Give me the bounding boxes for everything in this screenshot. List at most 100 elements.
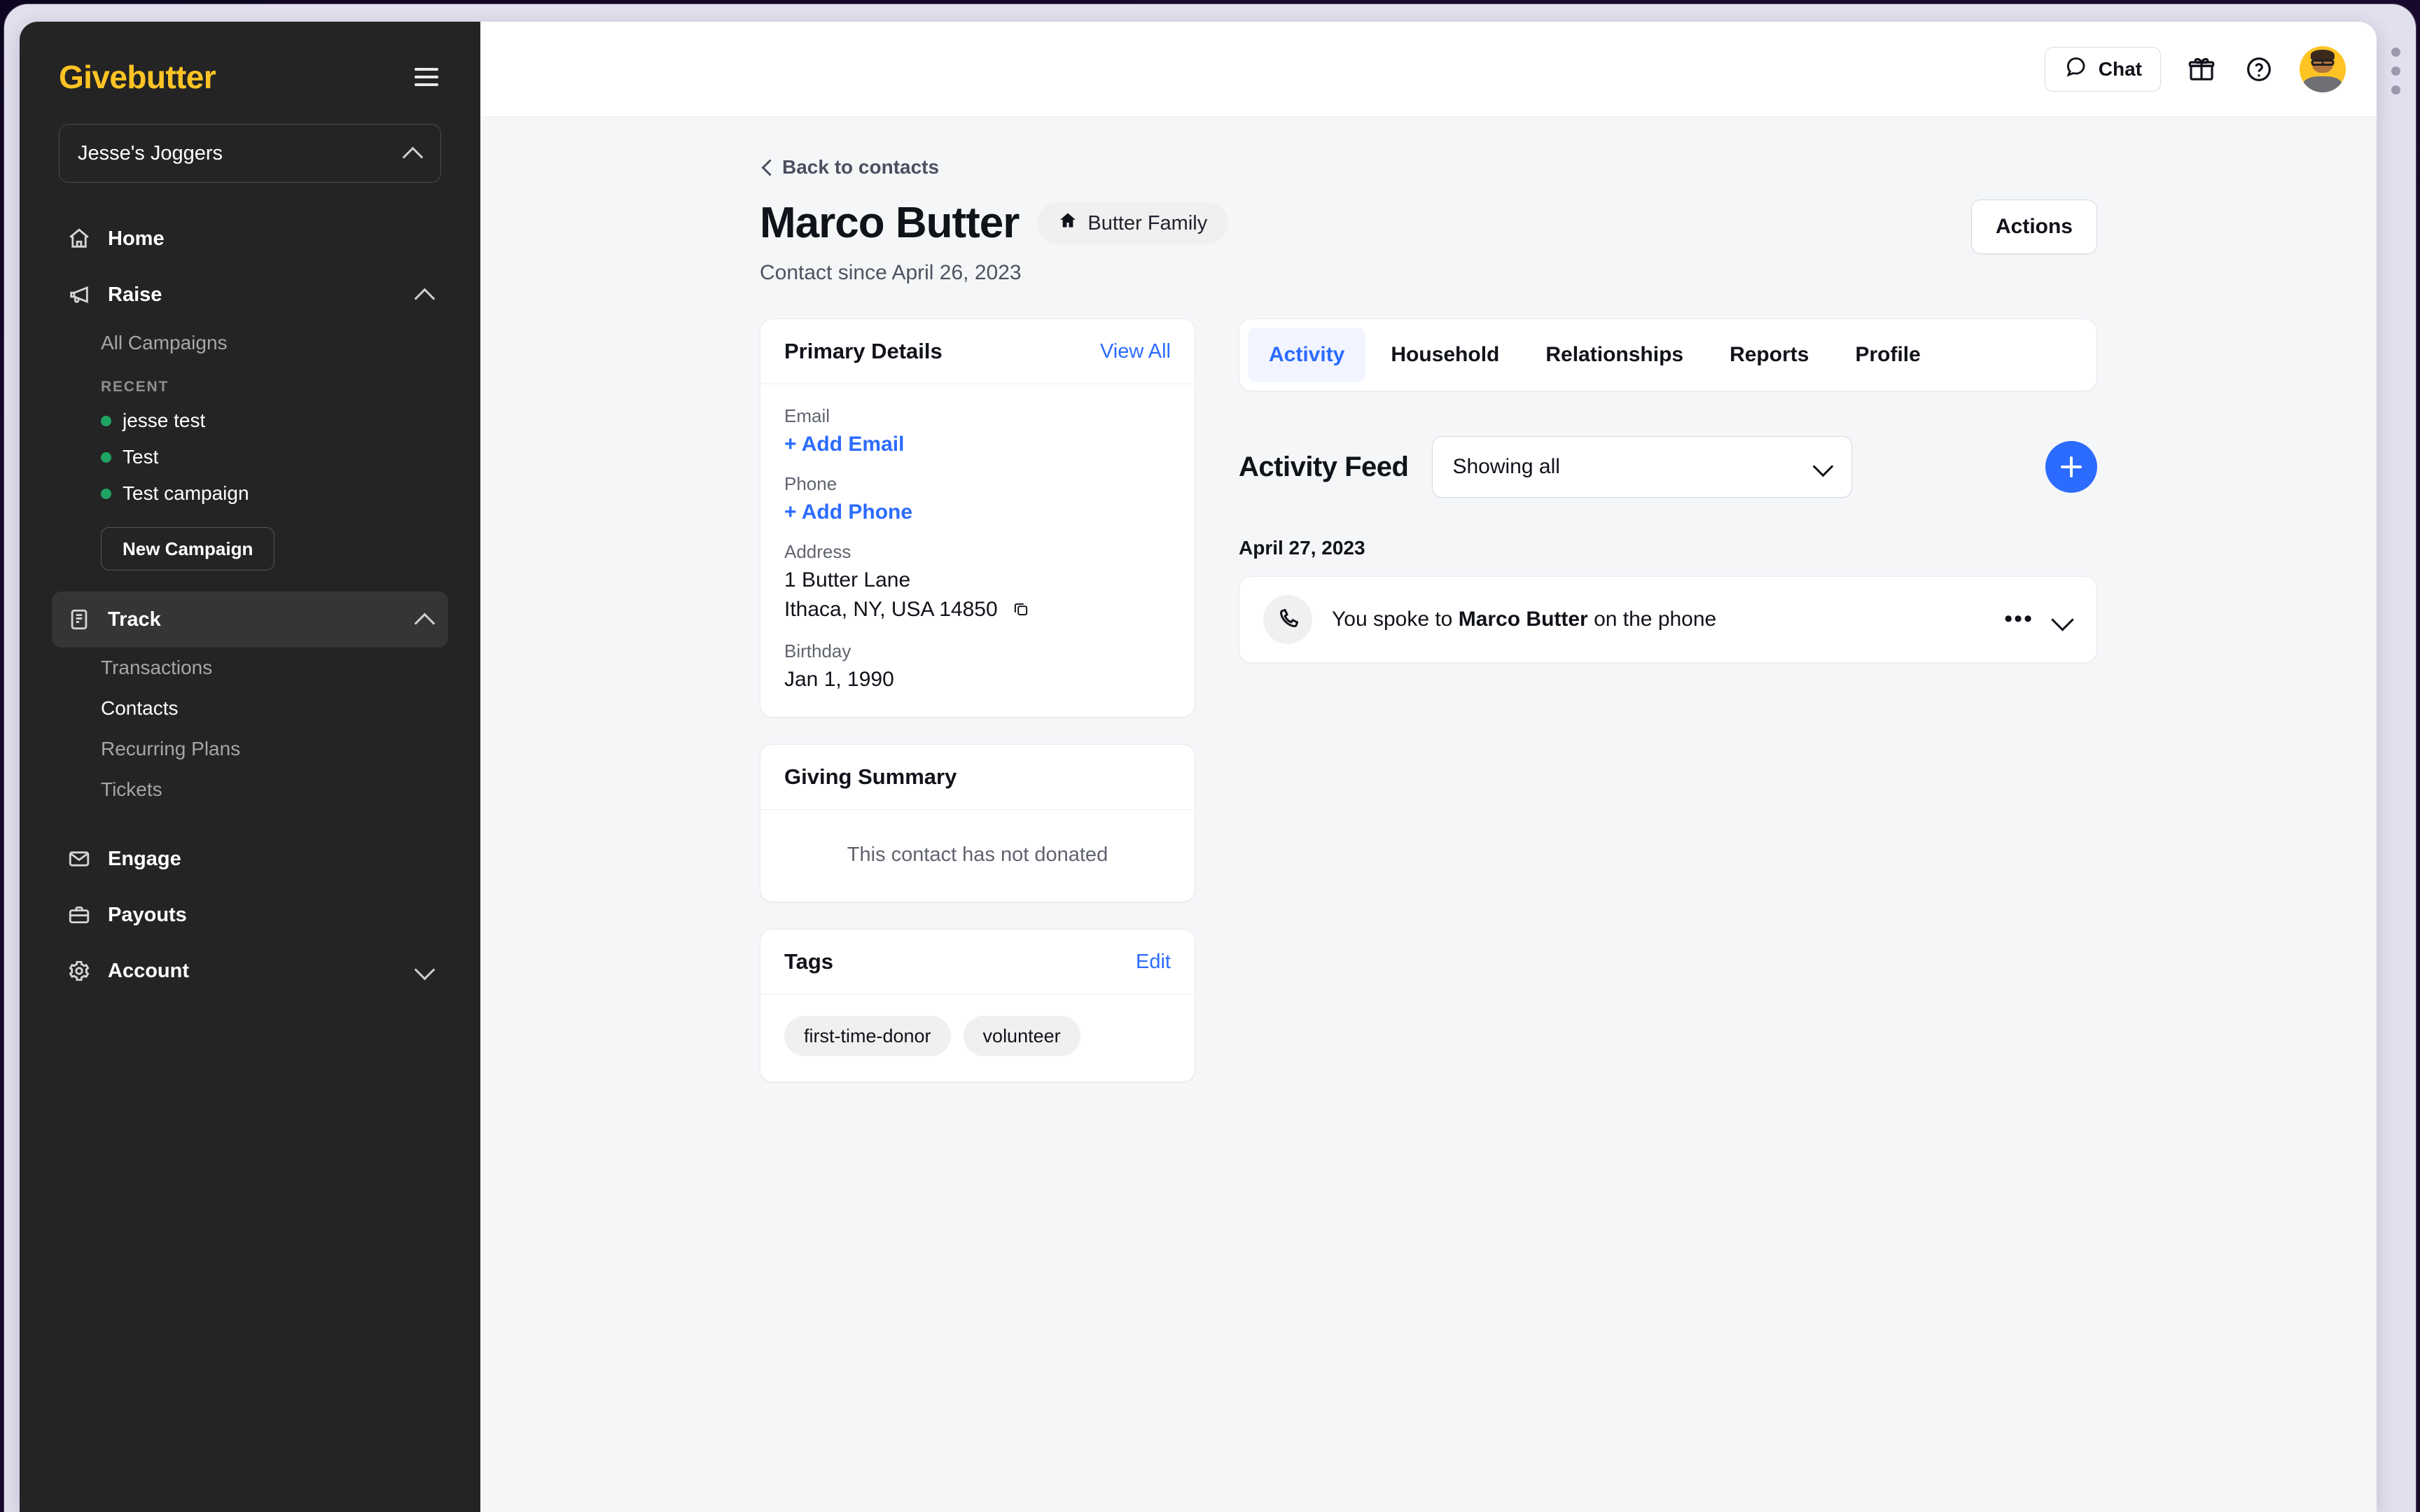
help-circle-icon[interactable] xyxy=(2242,52,2276,86)
tab-profile[interactable]: Profile xyxy=(1834,328,1941,382)
activity-item-text: You spoke to Marco Butter on the phone xyxy=(1332,608,1716,631)
activity-filter-select[interactable]: Showing all xyxy=(1432,436,1853,498)
activity-item-controls: ••• xyxy=(2004,608,2073,631)
envelope-icon xyxy=(66,846,92,872)
back-label: Back to contacts xyxy=(782,156,940,178)
brand-logo[interactable]: Givebutter xyxy=(59,58,216,96)
gear-icon xyxy=(66,958,92,984)
card-body: first-time-donor volunteer xyxy=(760,995,1195,1082)
copy-icon[interactable] xyxy=(1012,600,1030,624)
back-to-contacts-link[interactable]: Back to contacts xyxy=(760,156,939,178)
card-header: Tags Edit xyxy=(760,930,1195,995)
right-column: Activity Household Relationships Reports… xyxy=(1239,318,2097,664)
address-line-1: 1 Butter Lane xyxy=(784,568,911,592)
activity-feed-header: Activity Feed Showing all xyxy=(1239,436,2097,498)
status-dot xyxy=(101,451,111,463)
edit-tags-link[interactable]: Edit xyxy=(1136,951,1171,974)
tag-chip[interactable]: volunteer xyxy=(963,1016,1080,1057)
hamburger-icon[interactable] xyxy=(412,62,441,92)
household-badge[interactable]: Butter Family xyxy=(1037,202,1229,245)
sidebar-recent-campaign[interactable]: Test campaign xyxy=(52,475,448,512)
sidebar-nav: Home Raise All Campaigns RECENT jesse te… xyxy=(20,211,480,999)
sidebar-item-contacts[interactable]: Contacts xyxy=(52,688,448,729)
avatar[interactable] xyxy=(2300,46,2346,92)
sidebar-recent-campaign[interactable]: Test xyxy=(52,439,448,475)
card-header: Primary Details View All xyxy=(760,319,1195,385)
name-row: Marco Butter Butter Family xyxy=(760,199,1229,247)
chevron-down-icon[interactable] xyxy=(2052,609,2073,630)
sidebar-item-label: Engage xyxy=(108,847,181,870)
avatar-glasses xyxy=(2311,59,2335,66)
tab-reports[interactable]: Reports xyxy=(1709,328,1830,382)
tags-list: first-time-donor volunteer xyxy=(784,1016,1171,1057)
actions-button[interactable]: Actions xyxy=(1970,200,2097,254)
title-block: Marco Butter Butter Family Contact since… xyxy=(760,199,1229,285)
recent-section-header: RECENT xyxy=(101,379,169,395)
sidebar-item-payouts[interactable]: Payouts xyxy=(52,887,448,943)
org-name: Jesse's Joggers xyxy=(78,141,223,164)
sidebar-header: Givebutter xyxy=(20,22,480,96)
sidebar-item-transactions[interactable]: Transactions xyxy=(52,648,448,688)
browser-frame: Givebutter Jesse's Joggers Home Raise Al… xyxy=(4,4,2416,1512)
household-label: Butter Family xyxy=(1087,211,1208,234)
sidebar-item-label: Track xyxy=(108,608,161,631)
sidebar-item-label: Payouts xyxy=(108,903,187,926)
org-switcher[interactable]: Jesse's Joggers xyxy=(59,124,441,183)
sidebar-item-track[interactable]: Track xyxy=(52,592,448,648)
top-bar: Chat xyxy=(480,22,2377,117)
activity-text-after: on the phone xyxy=(1587,608,1717,631)
add-activity-button[interactable] xyxy=(2045,441,2097,493)
sidebar-item-label: Account xyxy=(108,959,189,982)
card-header: Giving Summary xyxy=(760,745,1195,811)
content-container: Back to contacts Marco Butter Butter Fam… xyxy=(760,156,2097,1083)
campaign-label: Test xyxy=(123,446,159,468)
sidebar-item-home[interactable]: Home xyxy=(52,211,448,267)
sidebar-item-recurring-plans[interactable]: Recurring Plans xyxy=(52,729,448,769)
sidebar-recent-campaign[interactable]: jesse test xyxy=(52,402,448,439)
tags-card: Tags Edit first-time-donor volunteer xyxy=(760,929,1195,1083)
add-phone-link[interactable]: + Add Phone xyxy=(784,500,1171,524)
contact-since: Contact since April 26, 2023 xyxy=(760,261,1022,285)
tab-household[interactable]: Household xyxy=(1370,328,1520,382)
gift-icon[interactable] xyxy=(2185,52,2218,86)
view-all-link[interactable]: View All xyxy=(1100,340,1171,363)
activity-feed-title: Activity Feed xyxy=(1239,451,1409,482)
chat-button-label: Chat xyxy=(2098,57,2142,80)
campaign-label: Test campaign xyxy=(123,482,249,504)
add-email-link[interactable]: + Add Email xyxy=(784,433,1171,456)
ellipsis-icon[interactable]: ••• xyxy=(2004,608,2033,631)
sidebar-item-tickets[interactable]: Tickets xyxy=(52,769,448,810)
address-line-2-row: Ithaca, NY, USA 14850 xyxy=(784,598,1171,624)
chat-bubble-icon xyxy=(2064,55,2087,83)
tag-chip[interactable]: first-time-donor xyxy=(784,1016,951,1057)
book-icon xyxy=(66,606,92,633)
sidebar-item-engage[interactable]: Engage xyxy=(52,831,448,887)
chat-button[interactable]: Chat xyxy=(2044,46,2161,92)
sidebar-item-all-campaigns[interactable]: All Campaigns xyxy=(52,323,448,363)
activity-filter-value: Showing all xyxy=(1452,455,1560,479)
burger-line xyxy=(415,68,438,71)
giving-empty-state: This contact has not donated xyxy=(847,844,1108,867)
desktop-background: Givebutter Jesse's Joggers Home Raise Al… xyxy=(0,0,2420,1512)
resize-handle[interactable] xyxy=(2391,48,2400,94)
handle-dot xyxy=(2391,66,2400,76)
tab-relationships[interactable]: Relationships xyxy=(1524,328,1704,382)
burger-line xyxy=(415,76,438,78)
card-title: Tags xyxy=(784,949,834,974)
email-label: Email xyxy=(784,405,830,427)
status-dot xyxy=(101,488,111,499)
sidebar-item-raise[interactable]: Raise xyxy=(52,267,448,323)
giving-summary-card: Giving Summary This contact has not dona… xyxy=(760,744,1195,903)
page-header: Marco Butter Butter Family Contact since… xyxy=(760,199,2097,285)
megaphone-icon xyxy=(66,281,92,308)
new-campaign-button[interactable]: New Campaign xyxy=(101,527,275,570)
campaign-label: jesse test xyxy=(123,410,206,431)
page-content: Back to contacts Marco Butter Butter Fam… xyxy=(480,117,2377,1083)
avatar-hair xyxy=(2310,50,2335,60)
sidebar-item-account[interactable]: Account xyxy=(52,943,448,999)
address-label: Address xyxy=(784,541,851,563)
activity-item[interactable]: You spoke to Marco Butter on the phone •… xyxy=(1239,576,2097,664)
status-dot xyxy=(101,415,111,426)
tab-activity[interactable]: Activity xyxy=(1248,328,1366,383)
